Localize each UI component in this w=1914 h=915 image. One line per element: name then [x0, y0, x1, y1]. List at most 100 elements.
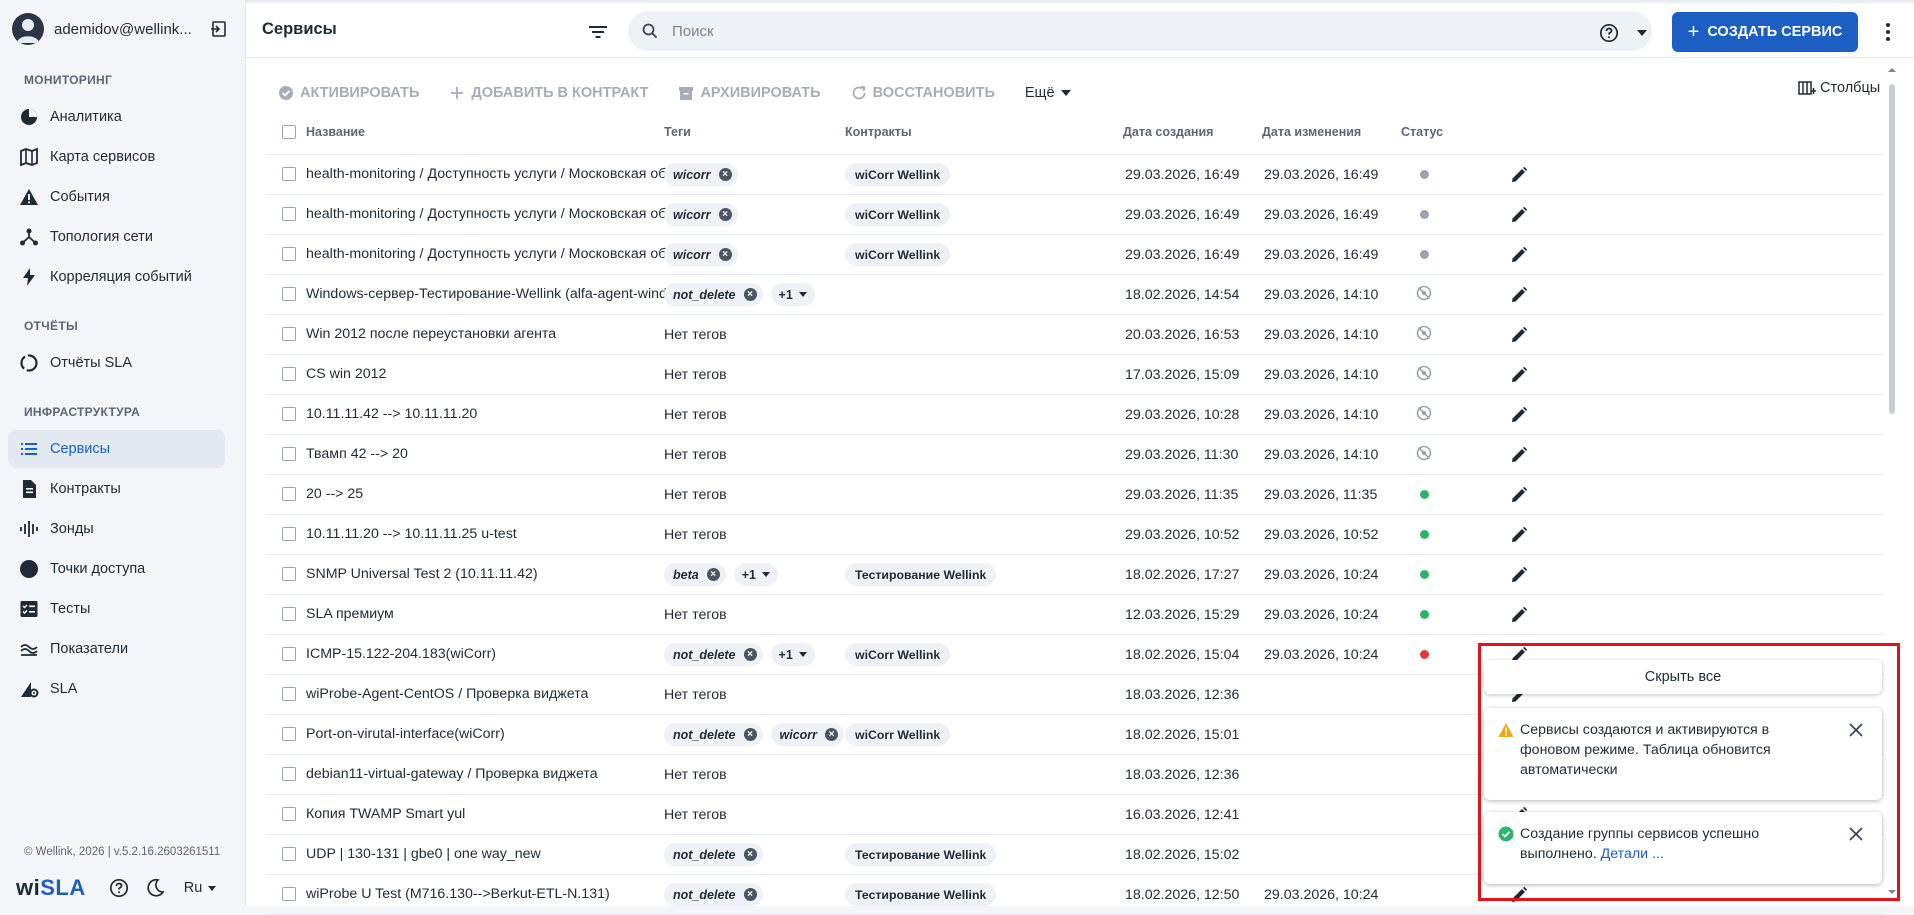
sidebar-item-probes[interactable]: Зонды	[8, 510, 225, 548]
contract-chip[interactable]: wiCorr Wellink	[845, 243, 951, 266]
edit-icon[interactable]	[1504, 155, 1534, 194]
tag-chip[interactable]: wicorr ×	[770, 723, 845, 746]
column-header-status[interactable]: Статус	[1401, 125, 1443, 139]
logout-icon[interactable]	[208, 18, 230, 40]
edit-icon[interactable]	[1504, 355, 1534, 394]
contract-chip[interactable]: wiCorr Wellink	[845, 203, 951, 226]
remove-tag-icon[interactable]: ×	[743, 848, 757, 861]
row-checkbox[interactable]	[282, 887, 296, 901]
more-vertical-icon[interactable]	[1878, 20, 1898, 44]
edit-icon[interactable]	[1504, 235, 1534, 274]
edit-icon[interactable]	[1504, 195, 1534, 234]
remove-tag-icon[interactable]: ×	[743, 888, 757, 901]
contract-chip[interactable]: wiCorr Wellink	[845, 723, 951, 746]
row-checkbox[interactable]	[282, 807, 296, 821]
sidebar-item-sla[interactable]: SLA	[8, 670, 225, 708]
sidebar-item-contracts[interactable]: Контракты	[8, 470, 225, 508]
table-row[interactable]: Твамп 42 --> 20 Нет тегов 29.03.2026, 11:3…	[266, 435, 1884, 475]
close-icon[interactable]	[1848, 722, 1864, 738]
table-row[interactable]: 20 --> 25 Нет тегов 29.03.2026, 11:35 29.03…	[266, 475, 1884, 515]
language-select[interactable]: Ru	[184, 880, 217, 896]
remove-tag-icon[interactable]: ×	[825, 728, 839, 741]
remove-tag-icon[interactable]: ×	[718, 208, 732, 221]
create-service-button[interactable]: + СОЗДАТЬ СЕРВИС	[1672, 12, 1858, 52]
row-checkbox[interactable]	[282, 487, 296, 501]
sidebar-item-tests[interactable]: Тесты	[8, 590, 225, 628]
edit-icon[interactable]	[1504, 315, 1534, 354]
row-checkbox[interactable]	[282, 687, 296, 701]
search-input[interactable]	[670, 21, 1554, 41]
row-checkbox[interactable]	[282, 167, 296, 181]
tag-chip[interactable]: not_delete ×	[664, 883, 763, 906]
tag-chip[interactable]: wicorr ×	[664, 203, 738, 226]
edit-icon[interactable]	[1504, 555, 1534, 594]
remove-tag-icon[interactable]: ×	[718, 248, 732, 261]
row-checkbox[interactable]	[282, 327, 296, 341]
table-row[interactable]: health-monitoring / Доступность услуги /…	[266, 235, 1884, 275]
sidebar-item-events[interactable]: События	[8, 178, 225, 216]
hide-all-notifications-button[interactable]: Скрыть все	[1484, 660, 1882, 694]
row-checkbox[interactable]	[282, 847, 296, 861]
edit-icon[interactable]	[1504, 275, 1534, 314]
tag-chip[interactable]: wicorr ×	[664, 163, 738, 186]
restore-button[interactable]: ВОССТАНОВИТЬ	[851, 85, 995, 101]
table-row[interactable]: health-monitoring / Доступность услуги /…	[266, 195, 1884, 235]
sidebar-item-analytics[interactable]: Аналитика	[8, 98, 225, 136]
remove-tag-icon[interactable]: ×	[743, 648, 757, 661]
table-row[interactable]: SNMP Universal Test 2 (10.11.11.42) beta ×…	[266, 555, 1884, 595]
tag-chip[interactable]: not_delete ×	[664, 283, 763, 306]
moon-icon[interactable]	[144, 877, 166, 899]
more-tags-chip[interactable]: +1	[733, 563, 778, 586]
more-tags-chip[interactable]: +1	[770, 283, 815, 306]
archive-button[interactable]: АРХИВИРОВАТЬ	[678, 85, 821, 101]
sidebar-item-access-points[interactable]: Точки доступа	[8, 550, 225, 588]
sidebar-item-service-map[interactable]: Карта сервисов	[8, 138, 225, 176]
table-row[interactable]: CS win 2012 Нет тегов 17.03.2026, 15:09 29.…	[266, 355, 1884, 395]
column-header-name[interactable]: Название	[306, 125, 365, 139]
column-header-created[interactable]: Дата создания	[1123, 125, 1213, 139]
tag-chip[interactable]: not_delete ×	[664, 843, 763, 866]
edit-icon[interactable]	[1504, 395, 1534, 434]
more-actions-dropdown[interactable]: Ещё	[1025, 85, 1071, 101]
more-tags-chip[interactable]: +1	[770, 643, 815, 666]
columns-button[interactable]: Столбцы	[1798, 80, 1880, 96]
sidebar-item-services[interactable]: Сервисы	[8, 430, 225, 468]
table-row[interactable]: 10.11.11.42 --> 10.11.11.20 Нет тегов 29.0…	[266, 395, 1884, 435]
row-checkbox[interactable]	[282, 287, 296, 301]
edit-icon[interactable]	[1504, 515, 1534, 554]
column-header-contracts[interactable]: Контракты	[845, 125, 912, 139]
remove-tag-icon[interactable]: ×	[743, 288, 757, 301]
sidebar-item-metrics[interactable]: Показатели	[8, 630, 225, 668]
search-options-chevron-icon[interactable]	[1634, 25, 1650, 41]
edit-icon[interactable]	[1504, 475, 1534, 514]
sidebar-item-correlation[interactable]: Корреляция событий	[8, 258, 225, 296]
row-checkbox[interactable]	[282, 247, 296, 261]
table-row[interactable]: health-monitoring / Доступность услуги /…	[266, 155, 1884, 195]
search-help-icon[interactable]	[1598, 22, 1620, 44]
filter-icon[interactable]	[586, 20, 610, 44]
table-row[interactable]: Windows-сервер-Тестирование-Wellink (alf…	[266, 275, 1884, 315]
row-checkbox[interactable]	[282, 647, 296, 661]
row-checkbox[interactable]	[282, 767, 296, 781]
contract-chip[interactable]: Тестирование Wellink	[845, 843, 997, 866]
row-checkbox[interactable]	[282, 407, 296, 421]
column-header-tags[interactable]: Теги	[664, 125, 691, 139]
remove-tag-icon[interactable]: ×	[743, 728, 757, 741]
sidebar-item-topology[interactable]: Топология сети	[8, 218, 225, 256]
edit-icon[interactable]	[1504, 595, 1534, 634]
tag-chip[interactable]: wicorr ×	[664, 243, 738, 266]
table-row[interactable]: 10.11.11.20 --> 10.11.11.25 u-test Нет те…	[266, 515, 1884, 555]
contract-chip[interactable]: Тестирование Wellink	[845, 883, 997, 906]
row-checkbox[interactable]	[282, 207, 296, 221]
tag-chip[interactable]: beta ×	[664, 563, 726, 586]
tag-chip[interactable]: not_delete ×	[664, 723, 763, 746]
avatar[interactable]	[12, 13, 44, 45]
table-row[interactable]: Win 2012 после переустановки агента Нет т…	[266, 315, 1884, 355]
scroll-thumb[interactable]	[1889, 84, 1895, 414]
close-icon[interactable]	[1848, 826, 1864, 842]
row-checkbox[interactable]	[282, 447, 296, 461]
row-checkbox[interactable]	[282, 527, 296, 541]
row-checkbox[interactable]	[282, 567, 296, 581]
help-icon[interactable]	[108, 877, 130, 899]
contract-chip[interactable]: wiCorr Wellink	[845, 643, 951, 666]
